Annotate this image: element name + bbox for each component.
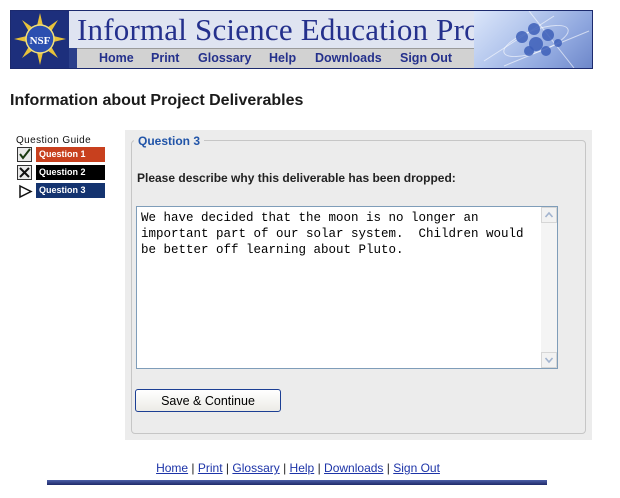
footer-help[interactable]: Help (290, 461, 315, 475)
molecule-graphic (474, 11, 592, 68)
scroll-up-icon[interactable] (541, 207, 557, 223)
guide-item-question-3[interactable]: Question 3 (15, 183, 110, 199)
guide-label-question-1: Question 1 (36, 147, 105, 162)
guide-label-question-2: Question 2 (36, 165, 105, 180)
nav-help[interactable]: Help (269, 51, 296, 65)
nsf-logo[interactable]: NSF (11, 11, 69, 68)
title-area: Informal Science Education Program (69, 11, 544, 48)
footer-home[interactable]: Home (156, 461, 188, 475)
footer-downloads[interactable]: Downloads (324, 461, 383, 475)
footer-bar (47, 480, 547, 485)
page-title: Information about Project Deliverables (10, 92, 304, 109)
question-prompt: Please describe why this deliverable has… (137, 171, 456, 185)
nav-downloads[interactable]: Downloads (315, 51, 382, 65)
footer-separator: | (317, 461, 321, 475)
footer-glossary[interactable]: Glossary (232, 461, 279, 475)
x-mark-icon (17, 165, 32, 180)
footer-sign-out[interactable]: Sign Out (393, 461, 440, 475)
guide-label-question-3: Question 3 (36, 183, 105, 198)
navbar-spacer (69, 48, 77, 68)
header-banner: NSF Informal Science Education Program H… (10, 10, 593, 69)
textarea-scrollbar[interactable] (541, 207, 557, 368)
answer-textarea[interactable]: We have decided that the moon is no long… (136, 206, 558, 369)
save-continue-button[interactable]: Save & Continue (135, 389, 281, 412)
nav-sign-out[interactable]: Sign Out (400, 51, 452, 65)
footer-separator: | (283, 461, 287, 475)
nav-home[interactable]: Home (99, 51, 134, 65)
nav-glossary[interactable]: Glossary (198, 51, 252, 65)
checkmark-icon (17, 147, 32, 162)
footer-separator: | (191, 461, 195, 475)
guide-item-question-2[interactable]: Question 2 (15, 165, 110, 180)
question-legend: Question 3 (134, 134, 205, 148)
footer-separator: | (386, 461, 390, 475)
scroll-down-icon[interactable] (541, 352, 557, 368)
question-guide: Question Guide Question 1 Question 2 Que… (15, 135, 110, 201)
guide-item-question-1[interactable]: Question 1 (15, 147, 110, 162)
logo-text: NSF (30, 35, 51, 47)
footer-separator: | (225, 461, 230, 475)
footer-nav: Home | Print | Glossary | Help | Downloa… (0, 461, 596, 475)
footer-print[interactable]: Print (198, 461, 223, 475)
guide-title: Question Guide (16, 135, 92, 146)
top-nav: Home Print Glossary Help Downloads Sign … (77, 48, 474, 68)
nav-print[interactable]: Print (151, 51, 179, 65)
current-arrow-icon (17, 183, 33, 199)
